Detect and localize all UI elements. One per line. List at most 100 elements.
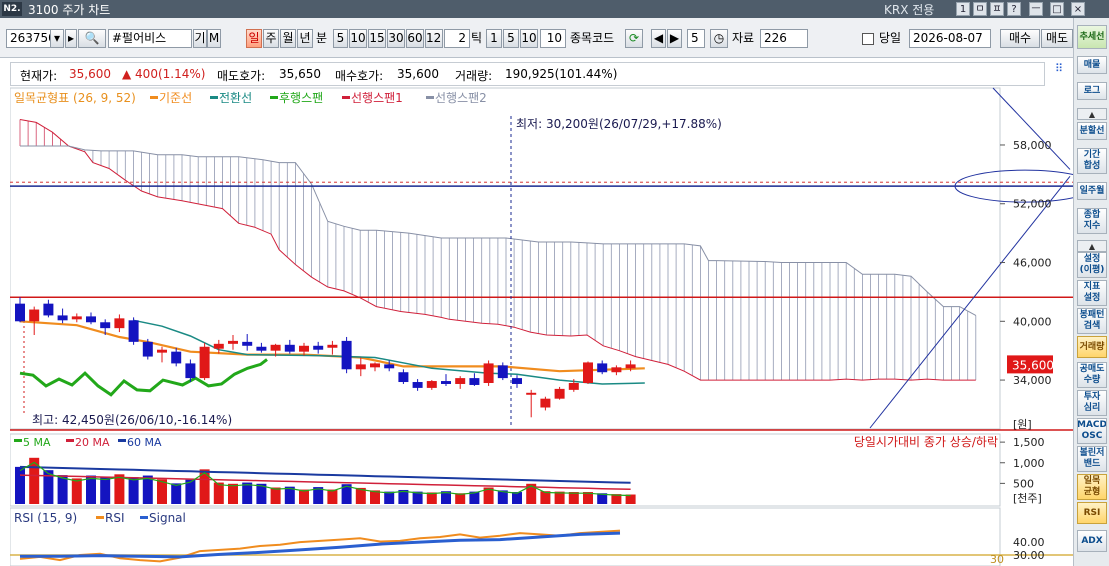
volume-value: 190,925(101.44%) xyxy=(505,67,618,81)
pin-icon[interactable]: ㅍ xyxy=(990,2,1004,16)
sidebar-btn-16[interactable]: 볼린저 밴드 xyxy=(1077,446,1107,472)
buy-button[interactable]: 매수 xyxy=(1000,29,1040,48)
candle xyxy=(426,381,437,388)
minute-120-button[interactable]: 120 xyxy=(425,29,443,48)
split-icon[interactable]: ㅁ xyxy=(973,2,987,16)
ask-label: 매도호가: xyxy=(217,69,266,83)
help-icon[interactable]: ? xyxy=(1007,2,1021,16)
candle xyxy=(583,362,593,384)
rsi-title: RSI (15, 9) xyxy=(14,511,77,525)
step-input[interactable]: 5 xyxy=(687,29,705,48)
minute-15-button[interactable]: 15 xyxy=(368,29,386,48)
data-count-select[interactable]: 226 xyxy=(760,29,808,48)
period-year-button[interactable]: 년 xyxy=(297,29,313,48)
price-axis-label: 34,000 xyxy=(1013,374,1052,387)
sidebar-btn-17[interactable]: 일목 균형 xyxy=(1077,474,1107,500)
next-icon[interactable]: ▶ xyxy=(667,29,682,48)
tick-count-input[interactable]: 2 xyxy=(444,29,470,48)
volume-bar xyxy=(171,483,182,504)
price-axis-label: 52,000 xyxy=(1013,198,1052,211)
period-day-button[interactable]: 일 xyxy=(246,29,262,48)
candle xyxy=(213,343,224,349)
clock-icon[interactable]: ◷ xyxy=(710,29,728,48)
tick-10-button[interactable]: 10 xyxy=(520,29,538,48)
legend-4: 선행스팬1 xyxy=(351,90,403,105)
candle xyxy=(568,383,579,390)
gi-button[interactable]: 기 xyxy=(193,29,207,48)
rsi-legend-swatch xyxy=(96,516,104,519)
sidebar-btn-5[interactable]: 기간 합성 xyxy=(1077,148,1107,174)
candle xyxy=(114,318,125,329)
refresh-icon[interactable]: ⟳ xyxy=(625,29,643,48)
volume-label: 거래량: xyxy=(455,69,493,83)
candle xyxy=(100,322,111,329)
volume-axis-label: 500 xyxy=(1013,477,1034,490)
maximize-button[interactable]: □ xyxy=(1050,2,1064,16)
sidebar-btn-14[interactable]: 투자 심리 xyxy=(1077,390,1107,416)
candle xyxy=(611,367,622,373)
tick-value-input[interactable]: 10 xyxy=(540,29,566,48)
candle xyxy=(370,363,380,368)
tick-label: 틱 xyxy=(471,31,483,45)
bid-price: 35,600 xyxy=(397,67,439,81)
low-annotation: 최저: 30,200원(26/07/29,+17.88%) xyxy=(516,117,722,131)
sidebar-btn-2[interactable]: 로그 xyxy=(1077,82,1107,100)
sidebar-btn-15[interactable]: MACD OSC xyxy=(1077,418,1107,444)
sidebar-btn-18[interactable]: RSI xyxy=(1077,502,1107,524)
indicator-menu-icon[interactable]: ⠿ xyxy=(1055,62,1063,75)
close-button[interactable]: × xyxy=(1071,2,1085,16)
candle xyxy=(341,340,352,370)
sidebar-btn-3[interactable]: ▲ xyxy=(1077,108,1107,120)
sidebar-btn-4[interactable]: 분할선 xyxy=(1077,122,1107,140)
chart-area[interactable]: 58,000 52,000 46,000 40,000 34,000 [원] 35,600 일… xyxy=(10,86,1073,566)
minute-10-button[interactable]: 10 xyxy=(349,29,367,48)
prev-icon[interactable]: ◀ xyxy=(651,29,666,48)
stock-name-field[interactable]: #펄어비스 xyxy=(108,29,192,48)
rsi-legend-1: RSI xyxy=(105,511,125,525)
high-annotation: 최고: 42,450원(26/06/10,-16.14%) xyxy=(32,413,232,427)
minimize-button[interactable]: ㅡ xyxy=(1029,2,1043,16)
quote-info-bar: 현재가: 35,600 ▲ 400(1.14%) 매도호가: 35,650 매수… xyxy=(10,62,1045,86)
sidebar-btn-7[interactable]: 종합 지수 xyxy=(1077,208,1107,234)
search-icon[interactable]: 🔍 xyxy=(78,29,106,48)
sidebar-btn-1[interactable]: 매물 xyxy=(1077,56,1107,74)
minute-30-button[interactable]: 30 xyxy=(387,29,405,48)
next-arrow-icon[interactable]: ▸ xyxy=(65,29,77,48)
sidebar-btn-9[interactable]: 설정 (이평) xyxy=(1077,252,1107,278)
title-bar: N2. 3100 주가 차트 KRX 전용 1 ㅁ ㅍ ? ㅡ □ × xyxy=(0,0,1109,18)
code-dropdown-icon[interactable]: ▾ xyxy=(50,29,64,48)
bid-label: 매수호가: xyxy=(335,69,384,83)
volume-annotation: 당일시가대비 종가 상승/하락 xyxy=(854,435,998,449)
m-button[interactable]: M xyxy=(207,29,221,48)
sidebar-btn-6[interactable]: 일주월 xyxy=(1077,182,1107,200)
date-picker[interactable]: 2026-08-07 xyxy=(909,29,991,48)
vol-legend-1: 5 MA xyxy=(23,436,51,449)
tick-5-button[interactable]: 5 xyxy=(503,29,519,48)
jongmok-code-label: 종목코드 xyxy=(570,31,615,45)
volume-bar xyxy=(71,478,82,504)
sidebar-btn-19[interactable]: ADX xyxy=(1077,530,1107,552)
minute-60-button[interactable]: 60 xyxy=(406,29,424,48)
candle xyxy=(625,364,636,369)
sidebar-btn-0[interactable]: 추세선 xyxy=(1077,25,1107,49)
tick-1-button[interactable]: 1 xyxy=(486,29,502,48)
sidebar-btn-13[interactable]: 공매도 수량 xyxy=(1077,362,1107,388)
volume-bar xyxy=(15,466,25,504)
right-sidebar: 추세선 매물 로그 ▲ 분할선 기간 합성 일주월 종합 지수 ▲ 설정 (이평) 지표 설정 봉패턴… xyxy=(1073,18,1109,566)
stock-code-input[interactable]: 263750 xyxy=(6,29,56,48)
period-week-button[interactable]: 주 xyxy=(263,29,279,48)
link-icon[interactable]: 1 xyxy=(956,2,970,16)
sidebar-btn-12[interactable]: 거래량 xyxy=(1077,336,1107,358)
minute-5-button[interactable]: 5 xyxy=(333,29,348,48)
today-checkbox[interactable] xyxy=(862,33,874,45)
candle xyxy=(540,398,551,408)
sidebar-btn-8[interactable]: ▲ xyxy=(1077,240,1107,252)
legend-swatch xyxy=(210,96,218,99)
chart-svg[interactable]: 58,000 52,000 46,000 40,000 34,000 [원] 35,600 일… xyxy=(10,86,1073,566)
sidebar-btn-10[interactable]: 지표 설정 xyxy=(1077,280,1107,306)
candle xyxy=(554,388,565,399)
candle xyxy=(313,345,324,350)
sidebar-btn-11[interactable]: 봉패턴 검색 xyxy=(1077,308,1107,334)
period-month-button[interactable]: 월 xyxy=(280,29,296,48)
sell-button[interactable]: 매도 xyxy=(1041,29,1073,48)
